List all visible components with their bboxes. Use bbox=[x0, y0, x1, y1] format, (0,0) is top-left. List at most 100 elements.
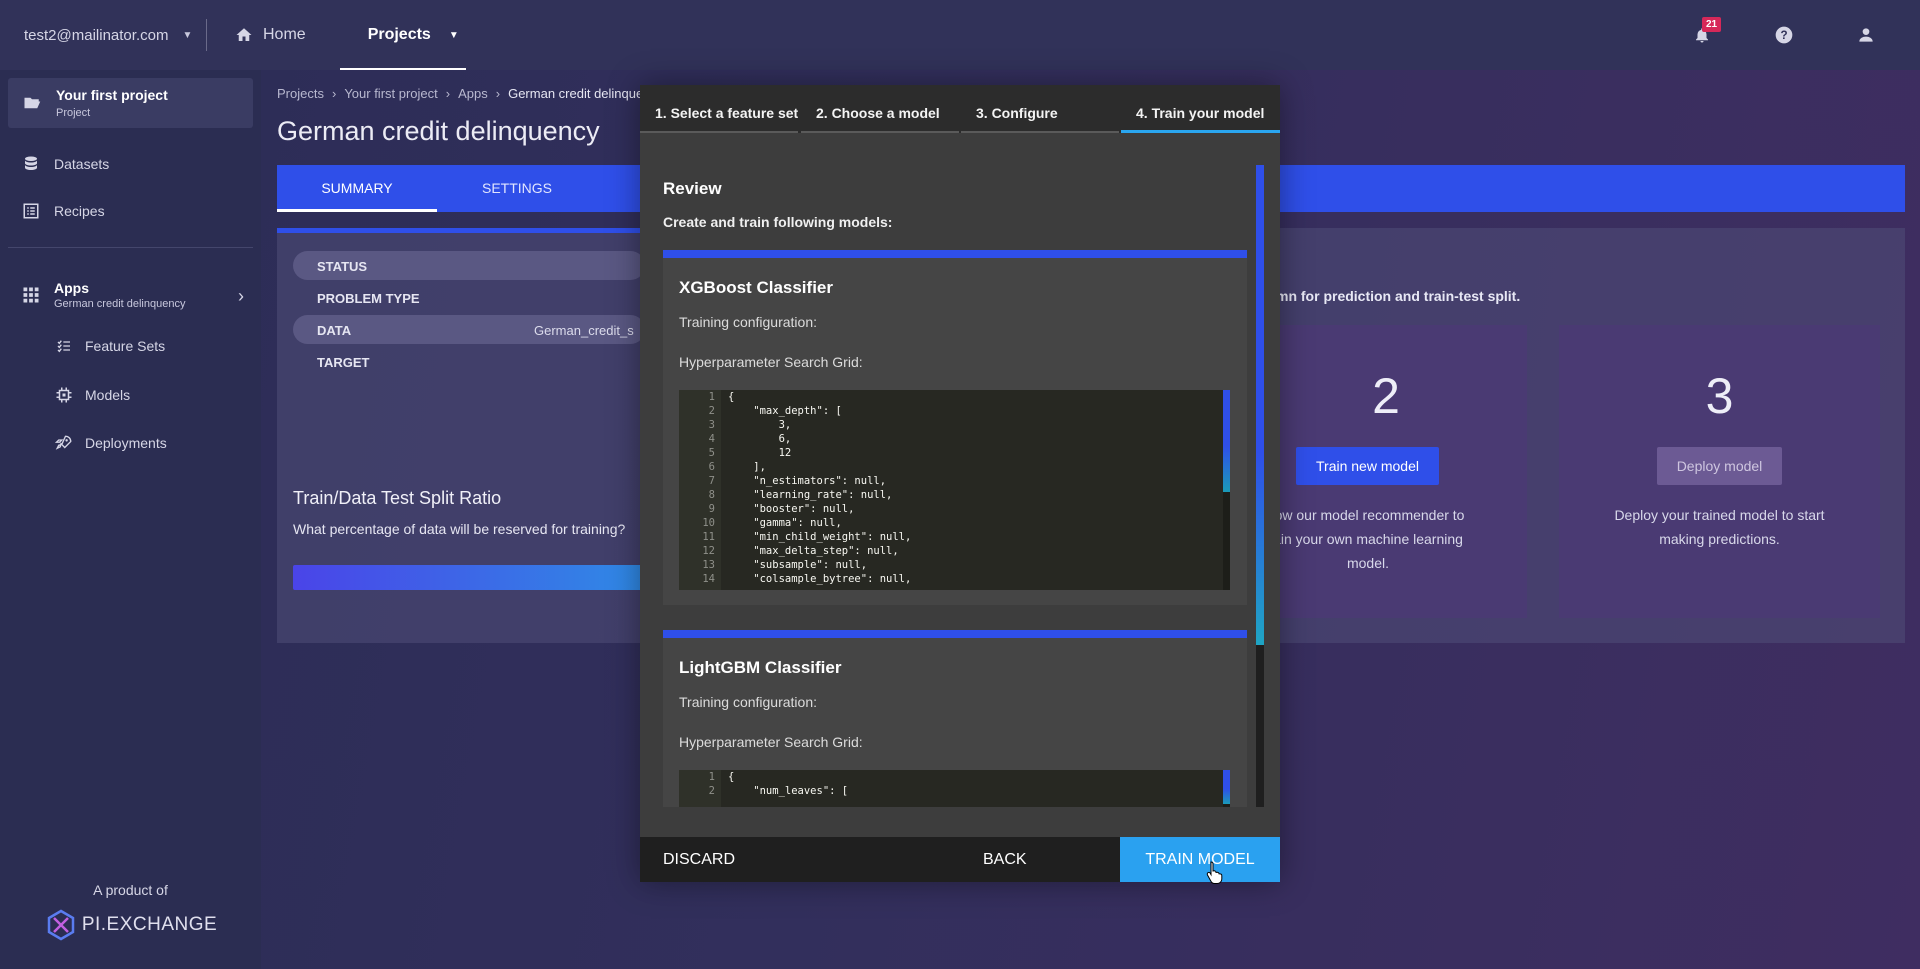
breadcrumb-item[interactable]: Projects bbox=[277, 86, 324, 101]
wizard-step-choose-model[interactable]: 2. Choose a model bbox=[801, 85, 961, 133]
chevron-right-icon: › bbox=[495, 86, 501, 101]
apps-label: Apps bbox=[54, 280, 89, 296]
step-card-train: 2 Train new model low our model recommen… bbox=[1245, 325, 1527, 618]
sidebar-item-feature-sets[interactable]: Feature Sets bbox=[55, 338, 165, 354]
sidebar-item-apps[interactable]: Apps German credit delinquency › bbox=[22, 280, 244, 310]
model-card-lightgbm: LightGBM Classifier Training configurati… bbox=[663, 630, 1247, 807]
apps-grid-icon bbox=[23, 287, 39, 303]
step-description: low our model recommender to ain your ow… bbox=[1245, 503, 1491, 575]
home-icon bbox=[236, 28, 252, 41]
wizard-step-configure[interactable]: 3. Configure bbox=[961, 85, 1121, 133]
brand-logo: PI.EXCHANGE bbox=[0, 908, 261, 942]
line-text: "max_delta_step": null, bbox=[728, 545, 899, 557]
help-icon: ? bbox=[1775, 26, 1793, 44]
nav-home[interactable]: Home bbox=[217, 0, 324, 70]
step-number: 2 bbox=[1372, 368, 1400, 424]
code-scrollbar-thumb[interactable] bbox=[1223, 390, 1230, 492]
wizard-step-train[interactable]: 4. Train your model bbox=[1121, 85, 1280, 133]
nav-projects[interactable]: Projects ▼ bbox=[339, 0, 466, 70]
code-editor-xgboost[interactable]: 1{ 2 "max_depth": [ 3 3, 4 6, 5 12 6 ], … bbox=[679, 390, 1230, 590]
model-name: XGBoost Classifier bbox=[679, 278, 833, 297]
sidebar: Your first project Project Datasets Reci… bbox=[0, 70, 261, 969]
dialog-scrollbar[interactable] bbox=[1256, 165, 1264, 807]
line-number: 4 bbox=[708, 433, 715, 445]
sidebar-item-models[interactable]: Models bbox=[55, 386, 130, 404]
line-text: "max_depth": [ bbox=[728, 405, 842, 417]
hand-cursor-icon bbox=[1206, 861, 1223, 884]
summary-card-accent bbox=[277, 228, 647, 233]
help-button[interactable]: ? bbox=[1760, 15, 1808, 55]
notification-badge: 21 bbox=[1702, 17, 1722, 32]
review-panel: Review Create and train following models… bbox=[663, 165, 1254, 807]
line-number: 2 bbox=[708, 405, 715, 417]
back-button[interactable]: BACK bbox=[983, 837, 1027, 882]
model-card-accent bbox=[663, 250, 1247, 258]
step-description: Deploy your trained model to start makin… bbox=[1559, 503, 1880, 551]
code-editor-lightgbm[interactable]: 1 { 2 "num_leaves": [ bbox=[679, 770, 1230, 807]
training-config-label: Training configuration: bbox=[679, 314, 818, 330]
line-number: 1 bbox=[708, 391, 715, 403]
project-type: Project bbox=[56, 107, 91, 119]
notifications-button[interactable]: 21 bbox=[1678, 15, 1726, 55]
detail-key: DATA bbox=[317, 323, 352, 338]
project-selector[interactable]: Your first project Project bbox=[8, 78, 253, 128]
breadcrumb-item[interactable]: Your first project bbox=[344, 86, 437, 101]
nav-home-label: Home bbox=[263, 26, 306, 43]
apps-sub-label: German credit delinquency bbox=[54, 298, 186, 310]
wizard-step-feature-set[interactable]: 1. Select a feature set bbox=[640, 85, 800, 133]
account-menu[interactable]: test2@mailinator.com ▼ bbox=[0, 27, 206, 44]
discard-button[interactable]: DISCARD bbox=[663, 837, 735, 882]
nav-projects-label: Projects bbox=[367, 26, 431, 43]
line-text: "num_leaves": [ bbox=[728, 785, 849, 797]
line-number: 14 bbox=[702, 573, 715, 585]
line-number: 1 bbox=[708, 771, 715, 783]
sidebar-item-datasets[interactable]: Datasets bbox=[22, 154, 109, 174]
sidebar-item-label: Datasets bbox=[54, 156, 110, 172]
breadcrumb-item[interactable]: Apps bbox=[458, 86, 488, 101]
detail-key: TARGET bbox=[317, 355, 370, 370]
line-number: 12 bbox=[702, 545, 715, 557]
list-icon bbox=[23, 203, 39, 219]
breadcrumb: Projects › Your first project › Apps › G… bbox=[277, 86, 643, 101]
chevron-down-icon: ▼ bbox=[448, 29, 459, 41]
code-scrollbar-thumb[interactable] bbox=[1223, 770, 1230, 804]
breadcrumb-current: German credit delinque bbox=[508, 86, 644, 101]
train-model-button[interactable]: TRAIN MODEL bbox=[1120, 837, 1280, 882]
profile-button[interactable] bbox=[1842, 15, 1890, 55]
detail-row-target: TARGET bbox=[293, 347, 645, 376]
code-scrollbar[interactable] bbox=[1223, 390, 1230, 590]
line-text: ], bbox=[728, 461, 766, 473]
dialog-scrollbar-thumb[interactable] bbox=[1256, 165, 1264, 645]
split-ratio-slider[interactable] bbox=[293, 565, 647, 590]
line-number: 2 bbox=[708, 785, 715, 797]
wizard-steps: 1. Select a feature set 2. Choose a mode… bbox=[640, 85, 1280, 133]
search-grid-label: Hyperparameter Search Grid: bbox=[679, 734, 863, 750]
folder-open-icon bbox=[24, 97, 41, 109]
line-text: "subsample": null, bbox=[728, 559, 868, 571]
train-new-model-button[interactable]: Train new model bbox=[1296, 447, 1439, 485]
search-grid-label: Hyperparameter Search Grid: bbox=[679, 354, 863, 370]
model-name: LightGBM Classifier bbox=[679, 658, 842, 677]
line-text: 12 bbox=[728, 447, 792, 459]
training-config-label: Training configuration: bbox=[679, 694, 818, 710]
step-desc-line: model. bbox=[1346, 555, 1390, 571]
top-bar: test2@mailinator.com ▼ Home Projects ▼ 2… bbox=[0, 0, 1920, 70]
step-hint-text: mn for prediction and train-test split. bbox=[1276, 288, 1521, 304]
sidebar-item-label: Feature Sets bbox=[85, 338, 166, 354]
sidebar-item-recipes[interactable]: Recipes bbox=[22, 202, 105, 220]
sidebar-item-deployments[interactable]: Deployments bbox=[55, 434, 167, 452]
dialog-footer: DISCARD BACK TRAIN MODEL bbox=[640, 837, 1280, 882]
detail-key: PROBLEM TYPE bbox=[317, 291, 420, 306]
code-scrollbar[interactable] bbox=[1223, 770, 1230, 807]
divider bbox=[206, 19, 207, 51]
svg-text:?: ? bbox=[1780, 29, 1787, 42]
line-number: 7 bbox=[708, 475, 715, 487]
line-text: "n_estimators": null, bbox=[728, 475, 887, 487]
deploy-model-button[interactable]: Deploy model bbox=[1657, 447, 1782, 485]
tab-settings[interactable]: SETTINGS bbox=[437, 165, 597, 212]
line-number: 10 bbox=[702, 517, 715, 529]
split-ratio-question: What percentage of data will be reserved… bbox=[293, 521, 626, 537]
sidebar-item-label: Models bbox=[85, 387, 131, 403]
product-footer: A product of PI.EXCHANGE bbox=[0, 882, 261, 942]
tab-summary[interactable]: SUMMARY bbox=[277, 165, 437, 212]
